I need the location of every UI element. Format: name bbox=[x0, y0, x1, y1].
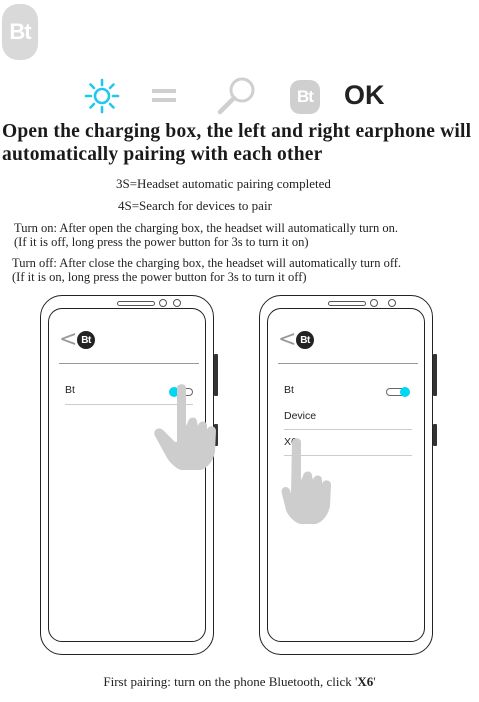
turn-on-instructions: Turn on: After open the charging box, th… bbox=[14, 221, 479, 249]
back-arrow-icon[interactable]: < bbox=[59, 329, 77, 351]
header-divider bbox=[278, 363, 418, 364]
bt-badge-logo: Bt bbox=[2, 4, 38, 60]
header-divider bbox=[59, 363, 199, 364]
bluetooth-logo-text: Bt bbox=[297, 87, 314, 106]
bluetooth-app-icon: Bt bbox=[296, 331, 314, 349]
toggle-knob bbox=[400, 387, 410, 397]
search-devices-note: 4S=Search for devices to pair bbox=[118, 198, 272, 213]
footer-device-name: X6 bbox=[357, 674, 374, 689]
pairing-complete-note: 3S=Headset automatic pairing completed bbox=[116, 176, 331, 191]
phone-camera bbox=[159, 299, 167, 307]
search-icon bbox=[217, 77, 255, 115]
turn-off-instructions: Turn off: After close the charging box, … bbox=[12, 256, 479, 284]
back-arrow-icon[interactable]: < bbox=[278, 329, 296, 351]
equals-icon bbox=[152, 89, 176, 102]
sun-icon bbox=[84, 78, 120, 114]
bluetooth-app-icon-text: Bt bbox=[300, 334, 310, 346]
turn-on-line2: (If it is off, long press the power butt… bbox=[14, 235, 309, 249]
phone-screen: < Bt Bt bbox=[48, 308, 206, 642]
phone-sensor bbox=[173, 299, 181, 307]
bluetooth-row-label: Bt bbox=[65, 384, 75, 396]
pointing-hand-icon bbox=[281, 438, 331, 524]
turn-off-line1: Turn off: After close the charging box, … bbox=[12, 256, 402, 270]
ok-label: OK bbox=[344, 80, 385, 110]
bluetooth-app-icon: Bt bbox=[77, 331, 95, 349]
footer-prefix: First pairing: turn on the phone Bluetoo… bbox=[103, 674, 358, 689]
phone-left: < Bt Bt bbox=[40, 295, 218, 655]
phone-camera bbox=[370, 299, 378, 307]
phone-side-button bbox=[433, 424, 437, 446]
headline: Open the charging box, the left and righ… bbox=[2, 121, 472, 165]
footer-instruction: First pairing: turn on the phone Bluetoo… bbox=[0, 674, 479, 690]
phone-speaker bbox=[117, 301, 155, 306]
row-divider bbox=[284, 429, 412, 430]
turn-on-line1: Turn on: After open the charging box, th… bbox=[14, 221, 398, 235]
pointing-hand-icon bbox=[154, 384, 216, 470]
phone-right: < Bt Bt Device X6 bbox=[259, 295, 437, 655]
bluetooth-app-icon-text: Bt bbox=[81, 334, 91, 346]
phone-sensor bbox=[388, 299, 396, 307]
turn-off-line2: (If it is on, long press the power butto… bbox=[12, 270, 307, 284]
bluetooth-row-label: Bt bbox=[284, 384, 294, 396]
phone-side-button bbox=[433, 354, 437, 396]
footer-suffix: ' bbox=[373, 674, 376, 689]
device-section-label: Device bbox=[284, 410, 317, 422]
phone-speaker bbox=[328, 301, 366, 306]
bt-badge-text: Bt bbox=[9, 19, 31, 44]
bluetooth-toggle[interactable] bbox=[386, 387, 410, 397]
bluetooth-icon: Bt bbox=[290, 80, 320, 114]
